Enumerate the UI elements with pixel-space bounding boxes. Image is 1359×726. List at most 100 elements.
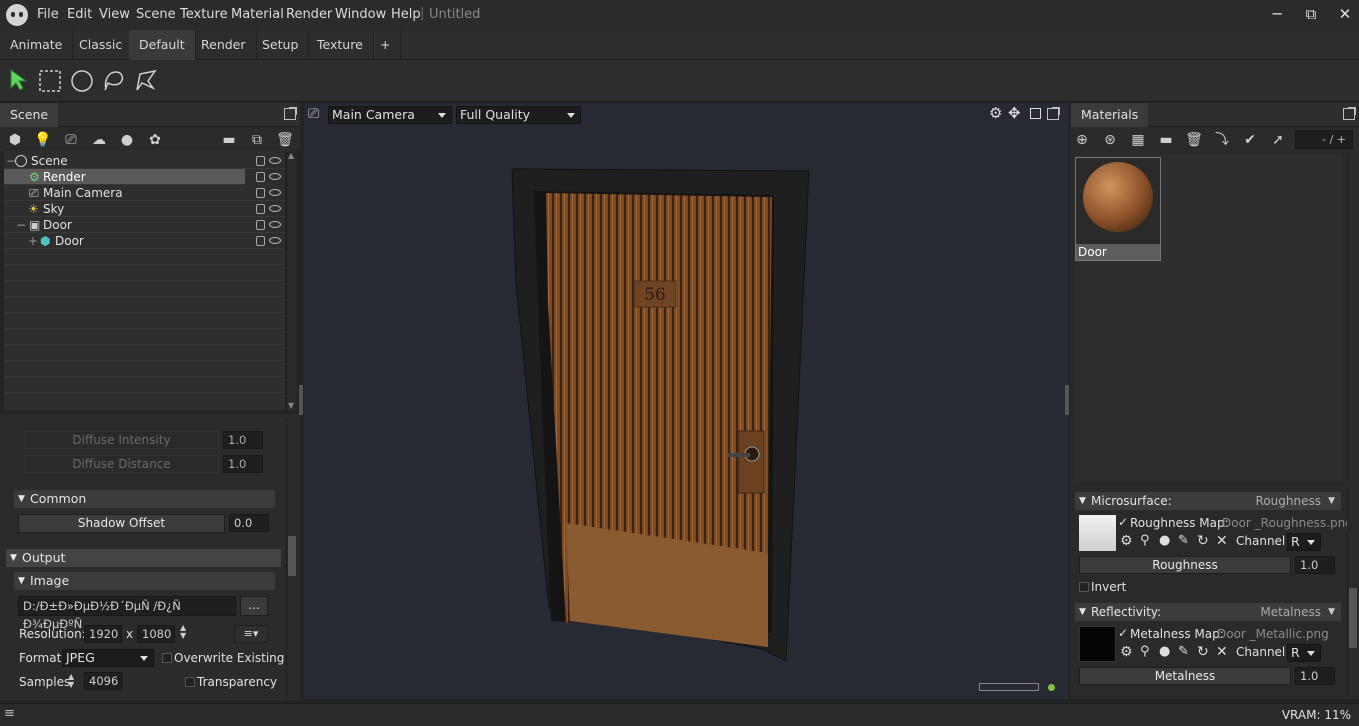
shadow-offset-slider[interactable]: Shadow Offset	[18, 514, 225, 533]
minimize-button[interactable]: ─	[1267, 5, 1287, 23]
camera-select[interactable]: Main Camera	[328, 106, 452, 124]
add-material-icon[interactable]: ⊕	[1073, 131, 1091, 149]
material-props-scrollbar[interactable]	[1347, 488, 1358, 698]
reflectivity-section-header[interactable]: Reflectivity: Metalness ▼	[1075, 603, 1341, 621]
ellipse-select-icon[interactable]	[70, 69, 94, 93]
menu-texture[interactable]: Texture	[180, 7, 228, 22]
tree-item-door-mesh[interactable]: + ⬢ Door	[4, 233, 285, 249]
menu-window[interactable]: Window	[335, 7, 386, 22]
tab-scene[interactable]: Scene	[0, 103, 59, 127]
console-icon[interactable]: ≡	[4, 706, 15, 721]
diffuse-intensity-value[interactable]: 1.0	[223, 431, 263, 449]
roughness-channel-select[interactable]: R	[1287, 533, 1321, 551]
paint-icon[interactable]: ●	[1159, 533, 1170, 548]
output-path-field[interactable]: D:/Đ±Đ»ĐµĐ½Đ´ĐµÑ /Đ¿Ñ Đ¾ĐµĐºÑ	[18, 596, 236, 631]
folder-icon[interactable]: ▬	[220, 131, 238, 149]
visibility-eye-icon[interactable]	[269, 189, 281, 196]
add-object-icon[interactable]: ⬢	[6, 131, 24, 149]
navigate-icon[interactable]: ➚	[1269, 131, 1287, 149]
menu-render[interactable]: Render	[286, 7, 332, 22]
remove-icon[interactable]: ✕	[1216, 533, 1228, 549]
properties-scrollbar[interactable]	[286, 418, 297, 698]
tab-animate[interactable]: Animate	[0, 30, 74, 60]
rect-select-icon[interactable]	[38, 69, 62, 93]
output-group-header[interactable]: Output	[6, 549, 281, 567]
search-icon[interactable]: ⚲	[1140, 644, 1150, 659]
visibility-eye-icon[interactable]	[269, 173, 281, 180]
add-light-icon[interactable]: 💡	[34, 131, 52, 149]
select-arrow-icon[interactable]	[8, 68, 28, 92]
scroll-thumb[interactable]	[1349, 588, 1357, 648]
resolution-height-input[interactable]: 1080	[137, 625, 175, 643]
delete-icon[interactable]: 🗑	[276, 131, 294, 149]
settings-gear-icon[interactable]: ⚙	[1120, 644, 1133, 660]
lasso-icon[interactable]	[102, 69, 126, 93]
tree-item-sky[interactable]: ☀ Sky	[4, 201, 285, 217]
lock-icon[interactable]	[256, 156, 265, 166]
tab-texture[interactable]: Texture	[307, 30, 374, 60]
popout-icon[interactable]	[1047, 107, 1060, 120]
menu-scene[interactable]: Scene	[136, 7, 176, 22]
scene-scrollbar[interactable]: ▲ ▼	[286, 151, 297, 410]
material-grid-scrollbar[interactable]	[1347, 155, 1358, 481]
folder-icon[interactable]: ▬	[1157, 131, 1175, 149]
overwrite-checkbox[interactable]	[162, 653, 172, 663]
popout-icon[interactable]	[1343, 107, 1356, 120]
visibility-eye-icon[interactable]	[269, 205, 281, 212]
scroll-up-icon[interactable]: ▲	[288, 151, 294, 160]
refresh-icon[interactable]: ↻	[1197, 533, 1209, 549]
polygon-lasso-icon[interactable]	[134, 69, 158, 93]
add-shape-icon[interactable]: ●	[118, 131, 136, 149]
settings-gear-icon[interactable]: ⚙	[1120, 533, 1133, 549]
diffuse-distance-value[interactable]: 1.0	[223, 455, 263, 473]
move-icon[interactable]: ✥	[1008, 104, 1021, 122]
close-button[interactable]: ✕	[1335, 5, 1355, 23]
roughness-map-thumbnail[interactable]	[1079, 515, 1116, 551]
metalness-map-file[interactable]: Door _Metallic.png	[1217, 627, 1329, 641]
paint-icon[interactable]: ●	[1159, 644, 1170, 659]
delete-icon[interactable]: 🗑	[1185, 131, 1203, 149]
diffuse-intensity-slider[interactable]: Diffuse Intensity	[24, 431, 219, 449]
resolution-stepper-icon[interactable]: ▲ ▼	[180, 624, 186, 640]
checkmark-icon[interactable]: ✓	[1118, 515, 1128, 529]
add-effect-icon[interactable]: ✿	[146, 131, 164, 149]
quality-select[interactable]: Full Quality	[456, 106, 581, 124]
invert-checkbox[interactable]	[1079, 582, 1089, 592]
lock-icon[interactable]	[256, 172, 265, 182]
check-circle-icon[interactable]: ✔	[1241, 131, 1259, 149]
add-camera-icon[interactable]: ⎚	[62, 131, 80, 149]
settings-gear-icon[interactable]: ⚙	[989, 104, 1002, 122]
refresh-icon[interactable]: ↻	[1197, 644, 1209, 660]
menu-edit[interactable]: Edit	[67, 7, 92, 22]
samples-input[interactable]: 4096	[84, 672, 122, 690]
lock-icon[interactable]	[256, 188, 265, 198]
expand-icon[interactable]: +	[28, 233, 38, 249]
resolution-presets-icon[interactable]: ≡▾	[234, 625, 268, 643]
menu-file[interactable]: File	[37, 7, 59, 22]
viewport[interactable]: ⎚ Main Camera Full Quality ⚙ ✥ 56	[304, 103, 1068, 699]
add-sky-icon[interactable]: ☁	[90, 131, 108, 149]
collapse-icon[interactable]: −	[16, 217, 26, 233]
format-select[interactable]: JPEG	[62, 649, 154, 667]
scroll-down-icon[interactable]: ▼	[288, 401, 294, 410]
image-group-header[interactable]: Image	[14, 572, 275, 590]
popout-icon[interactable]	[284, 107, 297, 120]
material-thumbnail-door[interactable]: Door	[1075, 157, 1161, 261]
lock-icon[interactable]	[256, 220, 265, 230]
tree-item-scene[interactable]: − Scene	[4, 153, 285, 169]
checkmark-icon[interactable]: ✓	[1118, 626, 1128, 640]
reflectivity-mode[interactable]: Metalness	[1260, 603, 1321, 621]
metalness-map-thumbnail[interactable]	[1079, 626, 1116, 662]
tree-item-main-camera[interactable]: ⎚ Main Camera	[4, 185, 285, 201]
tab-add[interactable]: +	[370, 30, 402, 60]
checker-icon[interactable]: ▦	[1129, 131, 1147, 149]
remove-icon[interactable]: ✕	[1216, 644, 1228, 660]
scroll-thumb[interactable]	[288, 536, 296, 576]
menu-view[interactable]: View	[99, 7, 130, 22]
fullscreen-icon[interactable]	[1030, 108, 1041, 119]
diffuse-distance-slider[interactable]: Diffuse Distance	[24, 455, 219, 473]
lock-icon[interactable]	[256, 236, 265, 246]
assign-icon[interactable]: ⤵	[1213, 131, 1231, 149]
common-group-header[interactable]: Common	[14, 490, 275, 508]
edit-icon[interactable]: ✎	[1178, 644, 1189, 659]
